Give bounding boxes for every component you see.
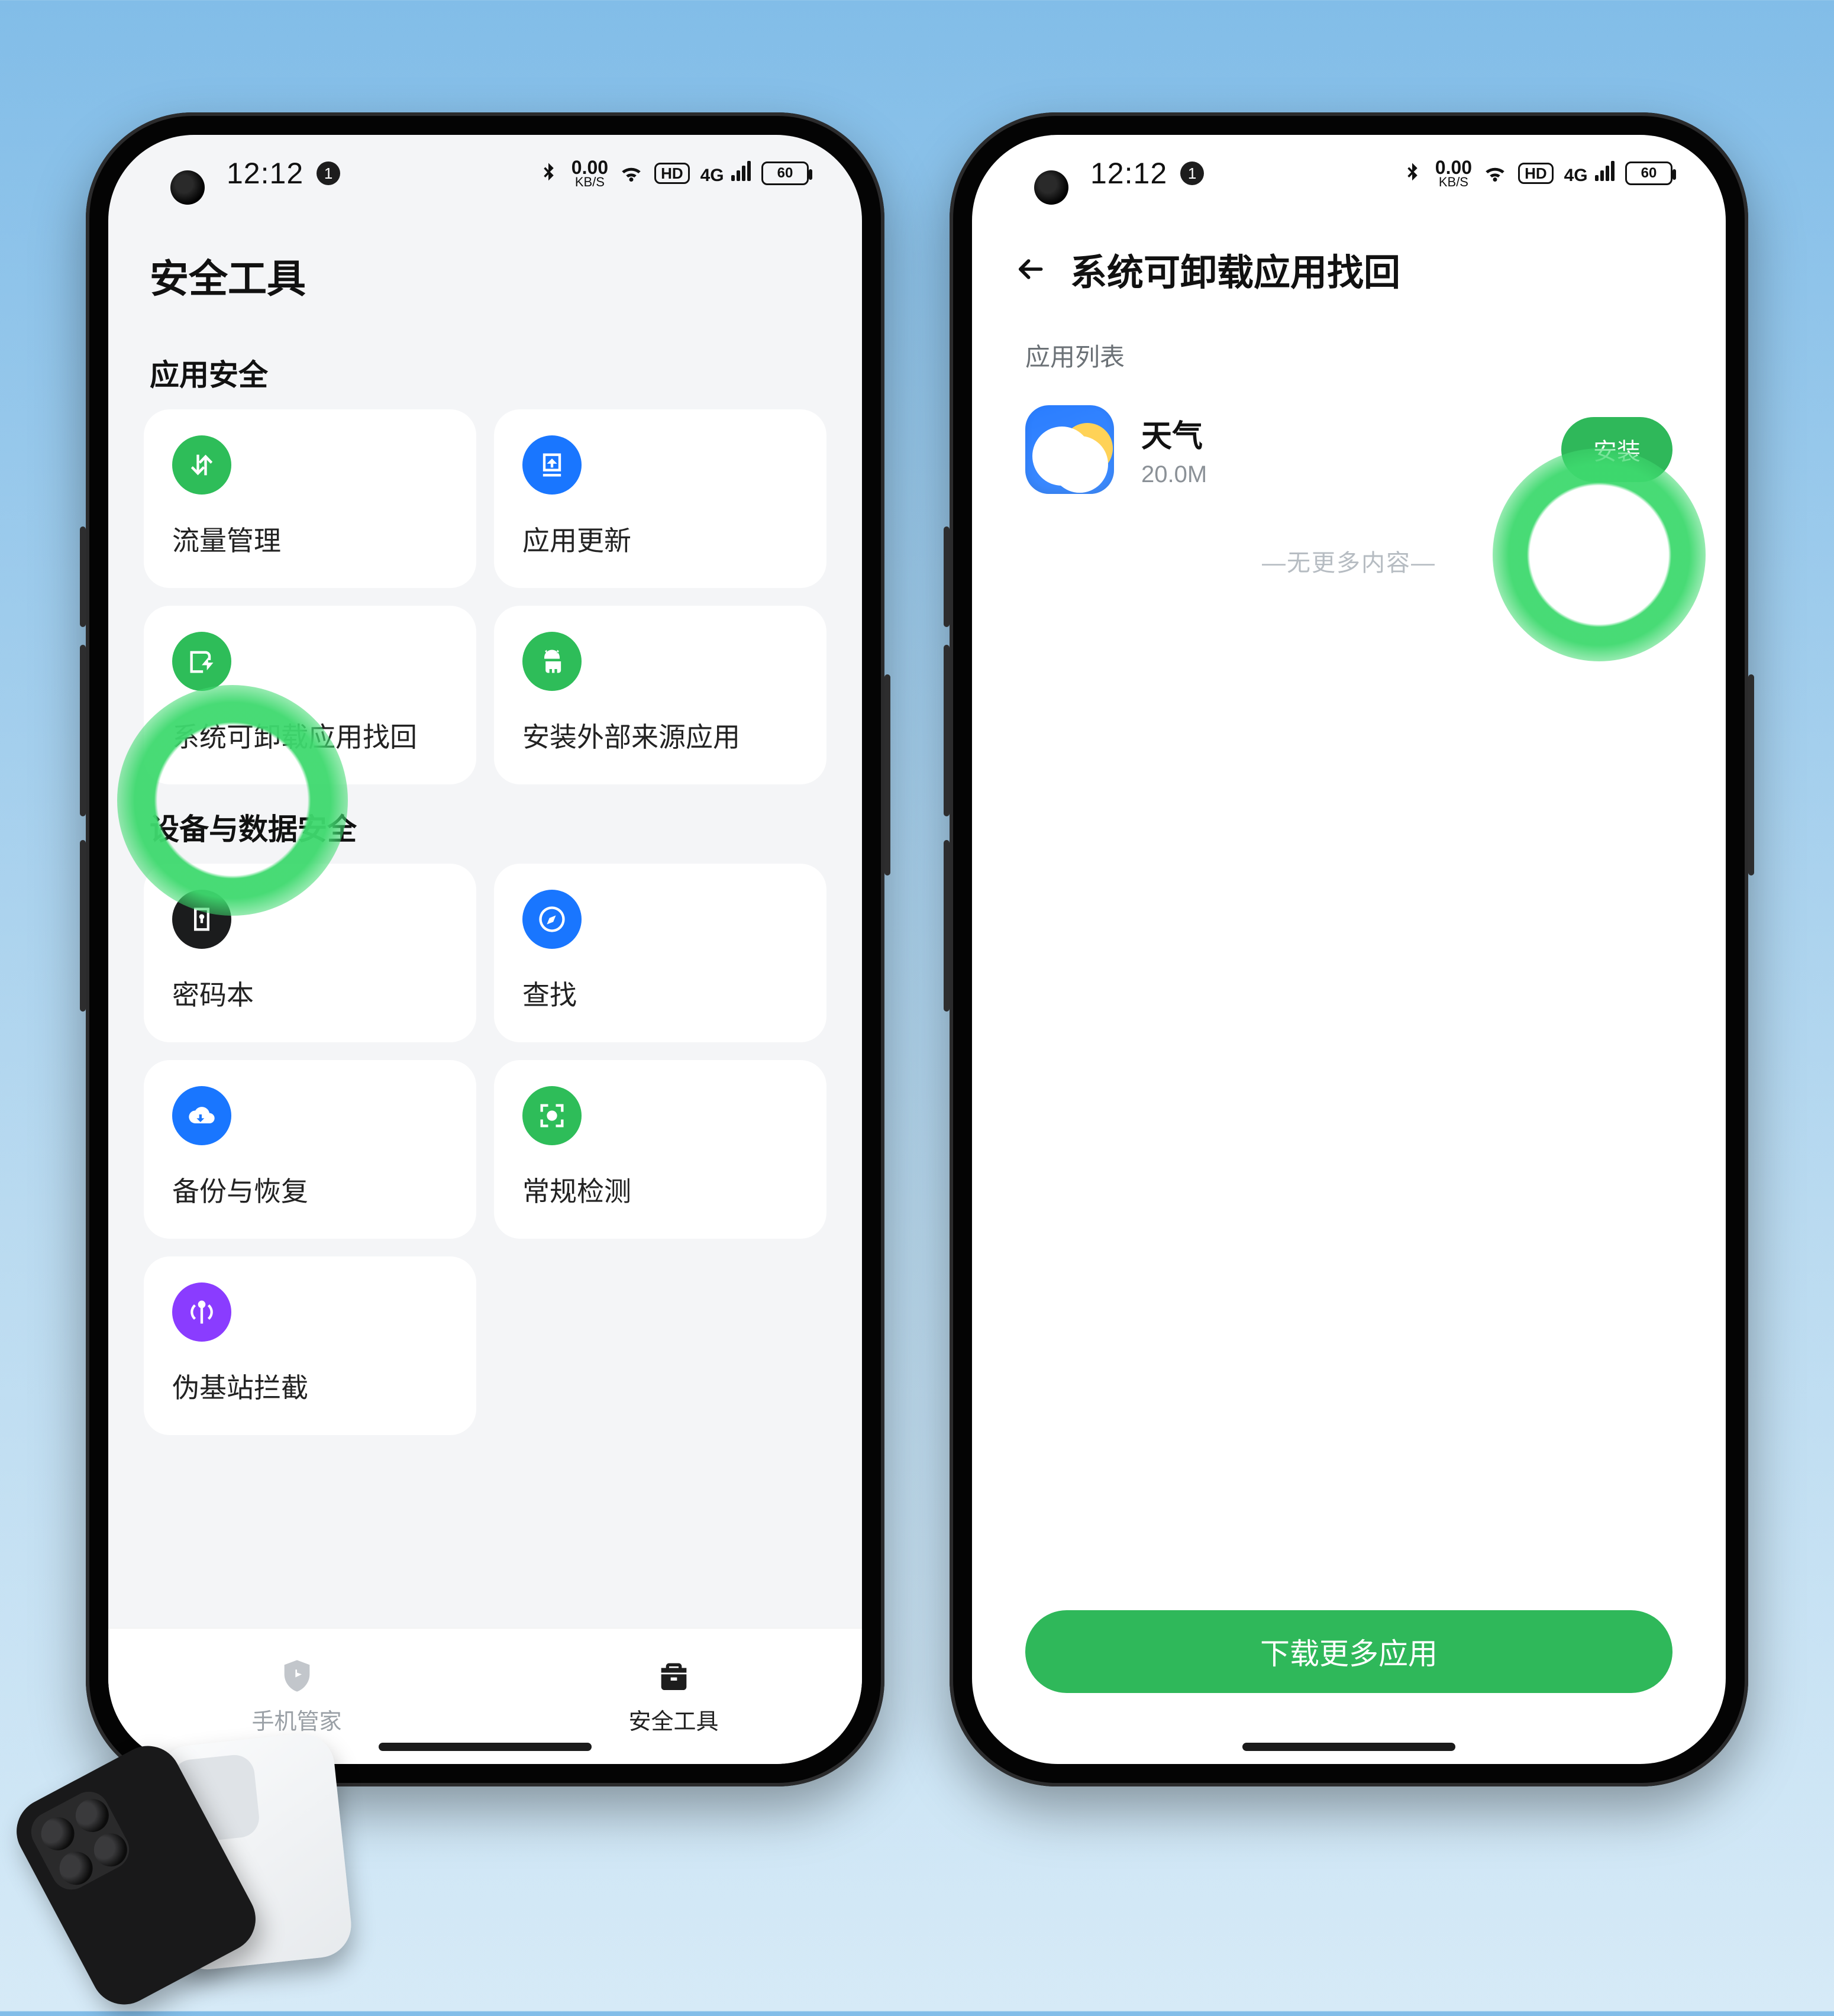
shield-icon xyxy=(278,1657,316,1695)
section-device-security: 设备与数据安全 xyxy=(144,784,826,864)
card-install-external[interactable]: 安装外部来源应用 xyxy=(494,606,826,784)
card-label: 密码本 xyxy=(172,974,448,1013)
bluetooth-icon xyxy=(1400,161,1425,186)
card-fake-bs-block[interactable]: 伪基站拦截 xyxy=(144,1256,476,1435)
page-title: 系统可卸载应用找回 xyxy=(1070,243,1400,296)
card-traffic-mgmt[interactable]: 流量管理 xyxy=(144,409,476,588)
card-label: 安装外部来源应用 xyxy=(522,716,798,755)
home-indicator[interactable] xyxy=(379,1743,592,1751)
tab-label: 手机管家 xyxy=(251,1703,341,1736)
front-camera xyxy=(1034,170,1068,205)
status-notif-badge: 1 xyxy=(1180,161,1204,185)
screen-restore-apps: 12:12 1 0.00 KB/S HD 4G 60 xyxy=(972,135,1726,1764)
card-label: 流量管理 xyxy=(172,519,448,558)
tab-label: 安全工具 xyxy=(628,1703,718,1736)
status-network-gen: 4G xyxy=(1564,161,1615,186)
back-arrow-icon[interactable] xyxy=(1013,253,1047,286)
page-title: 安全工具 xyxy=(144,212,826,330)
bottom-nav: 手机管家 安全工具 xyxy=(108,1628,862,1764)
status-time: 12:12 xyxy=(1090,156,1167,190)
android-icon xyxy=(522,632,582,691)
section-app-list: 应用列表 xyxy=(972,314,1726,385)
card-routine-scan[interactable]: 常规检测 xyxy=(494,1060,826,1239)
status-hd-badge: HD xyxy=(1518,163,1554,184)
traffic-icon xyxy=(172,435,231,495)
card-label: 伪基站拦截 xyxy=(172,1366,448,1406)
cloud-icon xyxy=(172,1086,231,1145)
status-network-gen: 4G xyxy=(700,161,751,186)
status-notif-badge: 1 xyxy=(317,161,340,185)
card-backup-restore[interactable]: 备份与恢复 xyxy=(144,1060,476,1239)
card-label: 应用更新 xyxy=(522,519,798,558)
phone-left: 12:12 1 0.00 KB/S HD 4G 60 xyxy=(86,112,884,1786)
antenna-icon xyxy=(172,1282,231,1342)
card-find-device[interactable]: 查找 xyxy=(494,864,826,1042)
restore-icon xyxy=(172,632,231,691)
app-name: 天气 xyxy=(1141,411,1207,455)
status-battery: 60 xyxy=(761,161,809,185)
wifi-icon xyxy=(619,161,644,186)
section-app-security: 应用安全 xyxy=(144,330,826,409)
card-app-update[interactable]: 应用更新 xyxy=(494,409,826,588)
app-size: 20.0M xyxy=(1141,461,1207,488)
card-restore-system-apps[interactable]: 系统可卸载应用找回 xyxy=(144,606,476,784)
status-bar: 12:12 1 0.00 KB/S HD 4G 60 xyxy=(108,135,862,212)
card-label: 备份与恢复 xyxy=(172,1170,448,1209)
front-camera xyxy=(170,170,205,205)
card-label: 系统可卸载应用找回 xyxy=(172,716,448,755)
download-icon xyxy=(522,435,582,495)
status-netspeed: 0.00 KB/S xyxy=(1435,159,1472,188)
phone-right: 12:12 1 0.00 KB/S HD 4G 60 xyxy=(950,112,1748,1786)
bluetooth-icon xyxy=(536,161,561,186)
status-hd-badge: HD xyxy=(654,163,690,184)
card-label: 查找 xyxy=(522,974,798,1013)
card-password-book[interactable]: 密码本 xyxy=(144,864,476,1042)
compass-icon xyxy=(522,890,582,949)
scan-icon xyxy=(522,1086,582,1145)
end-of-list-label: —无更多内容— xyxy=(972,514,1726,608)
home-indicator[interactable] xyxy=(1242,1743,1455,1751)
screen-security-tools: 12:12 1 0.00 KB/S HD 4G 60 xyxy=(108,135,862,1764)
card-label: 常规检测 xyxy=(522,1170,798,1209)
key-icon xyxy=(172,890,231,949)
download-more-apps-button[interactable]: 下载更多应用 xyxy=(1025,1610,1672,1693)
status-netspeed: 0.00 KB/S xyxy=(571,159,608,188)
install-button[interactable]: 安装 xyxy=(1561,417,1672,482)
weather-app-icon xyxy=(1025,405,1114,494)
toolbox-icon xyxy=(655,1657,693,1695)
app-list-item-weather[interactable]: 天气 20.0M 安装 xyxy=(972,385,1726,514)
wifi-icon xyxy=(1483,161,1507,186)
status-bar: 12:12 1 0.00 KB/S HD 4G 60 xyxy=(972,135,1726,212)
status-battery: 60 xyxy=(1625,161,1672,185)
status-time: 12:12 xyxy=(227,156,303,190)
